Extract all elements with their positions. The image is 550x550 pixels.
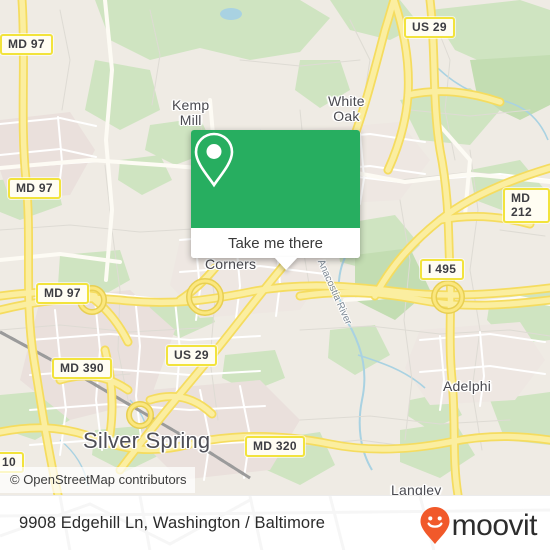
route-shield-md-212: MD 212 (503, 188, 550, 223)
moovit-smiling-pin-icon (420, 507, 450, 544)
map-label-line: White (328, 93, 365, 109)
map-label-white-oak: White Oak (328, 94, 365, 124)
take-me-there-card[interactable]: Take me there (191, 130, 360, 270)
moovit-brand[interactable]: moovit (419, 506, 538, 546)
map-label-corners: Corners (205, 256, 257, 272)
route-shield-md-97-north: MD 97 (0, 34, 53, 55)
route-shield-us-29-south: US 29 (166, 345, 217, 366)
route-shield-i-495: I 495 (420, 259, 465, 280)
card-pointer-tail (274, 257, 298, 270)
route-shield-md-320: MD 320 (245, 436, 305, 457)
map-label-line: Kemp (172, 97, 210, 113)
moovit-wordmark: moovit (451, 509, 538, 542)
card-header (191, 130, 360, 228)
osm-attribution[interactable]: © OpenStreetMap contributors (0, 467, 195, 493)
map-label-line: Oak (333, 108, 360, 124)
route-shield-md-390: MD 390 (52, 358, 112, 379)
map-label-kemp-mill: Kemp Mill (172, 98, 209, 128)
map-screenshot-root: .green{fill:#cfe4c1;} .greenD{fill:#c3dd… (0, 0, 550, 550)
route-shield-md-97-south: MD 97 (36, 283, 89, 304)
route-shield-md-97-mid: MD 97 (8, 178, 61, 199)
bottom-info-bar: 9908 Edgehill Ln, Washington / Baltimore… (0, 495, 550, 550)
card-footer[interactable]: Take me there (191, 228, 360, 258)
map-label-line: Mill (179, 112, 202, 128)
take-me-there-label: Take me there (227, 234, 324, 252)
address-text: 9908 Edgehill Ln, Washington / Baltimore (19, 514, 326, 532)
map-label-silver-spring: Silver Spring (83, 428, 211, 453)
map-canvas[interactable]: .green{fill:#cfe4c1;} .greenD{fill:#c3dd… (0, 0, 550, 495)
map-label-adelphi: Adelphi (443, 378, 492, 394)
map-label-langley: Langley (391, 482, 442, 495)
route-shield-us-29-north: US 29 (404, 17, 455, 38)
map-pin-icon (194, 132, 234, 188)
